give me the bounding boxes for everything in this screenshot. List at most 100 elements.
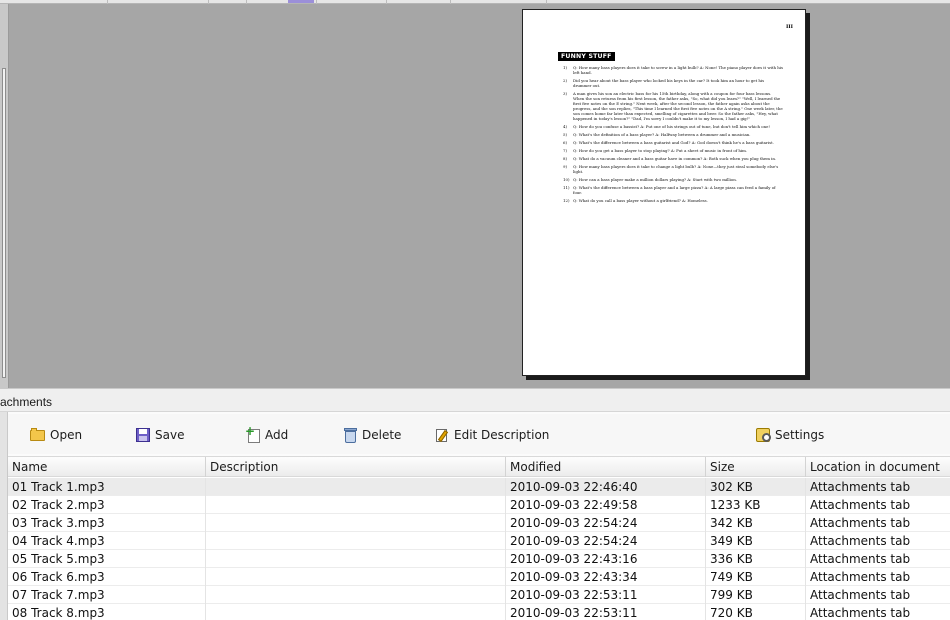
cell-location: Attachments tab — [810, 534, 911, 548]
cell-description — [206, 478, 506, 496]
edit-description-button-label: Edit Description — [454, 428, 550, 442]
joke-item: 9) Q: How many bass players does it take … — [563, 164, 783, 175]
cell-size: 336 KB — [706, 550, 806, 568]
joke-number: 3) — [563, 91, 567, 96]
page-shadow — [526, 376, 810, 380]
page-body: 1) Q: How many bass players does it take … — [563, 65, 783, 207]
table-row[interactable]: 08 Track 8.mp3 2010-09-03 22:53:11 720 KB A… — [8, 604, 950, 620]
joke-text: Q: How many bass players does it take to… — [573, 65, 783, 75]
joke-item: 5) Q: What's the definition of a bass pla… — [563, 131, 783, 138]
cell-modified: 2010-09-03 22:43:16 — [506, 550, 706, 568]
table-row[interactable]: 01 Track 1.mp3 2010-09-03 22:46:40 302 KB A… — [8, 478, 950, 496]
table-body: 01 Track 1.mp3 2010-09-03 22:46:40 302 KB A… — [8, 478, 950, 620]
cell-modified: 2010-09-03 22:46:40 — [506, 478, 706, 496]
cell-description — [206, 568, 506, 586]
cell-location: Attachments tab — [810, 516, 911, 530]
cell-location: Attachments tab — [810, 570, 911, 584]
joke-text: Q: What do you call a bass player withou… — [573, 198, 708, 204]
folder-icon — [30, 427, 47, 443]
page-shadow — [806, 13, 810, 380]
scrollbar-thumb[interactable] — [2, 68, 6, 378]
table-row[interactable]: 05 Track 5.mp3 2010-09-03 22:43:16 336 KB A… — [8, 550, 950, 568]
cell-name: 03 Track 3.mp3 — [8, 514, 206, 532]
joke-item: 1) Q: How many bass players does it take … — [563, 65, 783, 76]
cell-size: 349 KB — [706, 532, 806, 550]
save-button[interactable]: Save — [135, 425, 184, 445]
joke-text: Q: What's the definition of a bass playe… — [573, 131, 751, 137]
cell-name: 07 Track 7.mp3 — [8, 586, 206, 604]
settings-button-label: Settings — [775, 428, 825, 442]
page-heading: FUNNY STUFF — [558, 52, 615, 61]
cell-modified: 2010-09-03 22:54:24 — [506, 532, 706, 550]
joke-number: 12) — [563, 198, 570, 204]
add-button[interactable]: + Add — [245, 425, 288, 445]
attachments-table: Name Description Modified Size Location … — [8, 456, 950, 620]
joke-text: Q: How do you get a bass player to stop … — [573, 147, 748, 153]
cell-description — [206, 514, 506, 532]
cell-size: 1233 KB — [706, 496, 806, 514]
joke-number: 8) — [563, 156, 567, 161]
cell-name: 02 Track 2.mp3 — [8, 496, 206, 514]
document-page[interactable]: III FUNNY STUFF 1) Q: How many bass playe… — [522, 9, 806, 376]
delete-button[interactable]: Delete — [342, 425, 401, 445]
joke-text: Q: How do you confuse a bassist? A: Put … — [573, 123, 770, 129]
joke-item: 12) Q: What do you call a bass player wit… — [563, 198, 783, 204]
table-header: Name Description Modified Size Location … — [8, 456, 950, 477]
joke-text: Q: How can a bass player make a million … — [573, 177, 737, 183]
page-number: III — [785, 24, 793, 30]
joke-item: 10) Q: How can a bass player make a milli… — [563, 177, 783, 183]
trash-icon — [342, 427, 359, 443]
settings-button[interactable]: Settings — [755, 425, 824, 445]
table-row[interactable]: 03 Track 3.mp3 2010-09-03 22:54:24 342 KB A… — [8, 514, 950, 532]
joke-number: 6) — [563, 139, 567, 145]
panel-left-edge — [0, 412, 8, 620]
cell-description — [206, 550, 506, 568]
table-row[interactable]: 02 Track 2.mp3 2010-09-03 22:49:58 1233 KB… — [8, 496, 950, 514]
edit-note-icon — [434, 427, 451, 443]
column-header-name[interactable]: Name — [8, 457, 206, 477]
delete-button-label: Delete — [362, 428, 402, 442]
table-row[interactable]: 04 Track 4.mp3 2010-09-03 22:54:24 349 KB A… — [8, 532, 950, 550]
add-file-icon: + — [245, 425, 262, 443]
joke-number: 7) — [563, 147, 567, 153]
joke-number: 9) — [563, 164, 567, 170]
cell-modified: 2010-09-03 22:54:24 — [506, 514, 706, 532]
column-header-modified[interactable]: Modified — [506, 457, 706, 477]
cell-location: Attachments tab — [810, 480, 911, 494]
table-row[interactable]: 07 Track 7.mp3 2010-09-03 22:53:11 799 KB A… — [8, 586, 950, 604]
cell-size: 799 KB — [706, 586, 806, 604]
save-button-label: Save — [155, 428, 185, 442]
cell-modified: 2010-09-03 22:53:11 — [506, 604, 706, 620]
cell-modified: 2010-09-03 22:43:34 — [506, 568, 706, 586]
app-window: III FUNNY STUFF 1) Q: How many bass playe… — [0, 0, 950, 620]
toolbar-active-indicator — [288, 0, 314, 3]
open-button[interactable]: Open — [30, 425, 82, 445]
joke-number: 10) — [563, 177, 570, 183]
cell-name: 05 Track 5.mp3 — [8, 550, 206, 568]
vertical-scrollbar[interactable] — [0, 4, 9, 388]
column-header-location[interactable]: Location in document — [806, 457, 950, 477]
column-header-description[interactable]: Description — [206, 457, 506, 477]
joke-item: 3) A man gives his son an electric bass f… — [563, 91, 783, 121]
joke-text: A man gives his son an electric bass for… — [573, 91, 783, 121]
edit-description-button[interactable]: Edit Description — [434, 425, 549, 445]
cell-name: 08 Track 8.mp3 — [8, 604, 206, 620]
joke-number: 5) — [563, 131, 567, 137]
open-button-label: Open — [50, 428, 83, 442]
table-row[interactable]: 06 Track 6.mp3 2010-09-03 22:43:34 749 KB A… — [8, 568, 950, 586]
cell-description — [206, 496, 506, 514]
joke-text: Q: What's the difference between a bass … — [573, 139, 774, 145]
joke-item: 8) Q: What do a vacuum cleaner and a bass… — [563, 156, 783, 162]
joke-number: 2) — [563, 78, 567, 83]
joke-item: 11) Q: What's the difference between a ba… — [563, 185, 783, 196]
cell-name: 06 Track 6.mp3 — [8, 568, 206, 586]
attachments-toolbar: Open Save + Add Delete Edit Description … — [8, 414, 950, 454]
cell-modified: 2010-09-03 22:49:58 — [506, 496, 706, 514]
column-header-size[interactable]: Size — [706, 457, 806, 477]
cell-description — [206, 604, 506, 620]
cell-description — [206, 586, 506, 604]
cell-location: Attachments tab — [810, 498, 911, 512]
cell-name: 04 Track 4.mp3 — [8, 532, 206, 550]
joke-number: 4) — [563, 123, 567, 129]
cell-description — [206, 532, 506, 550]
